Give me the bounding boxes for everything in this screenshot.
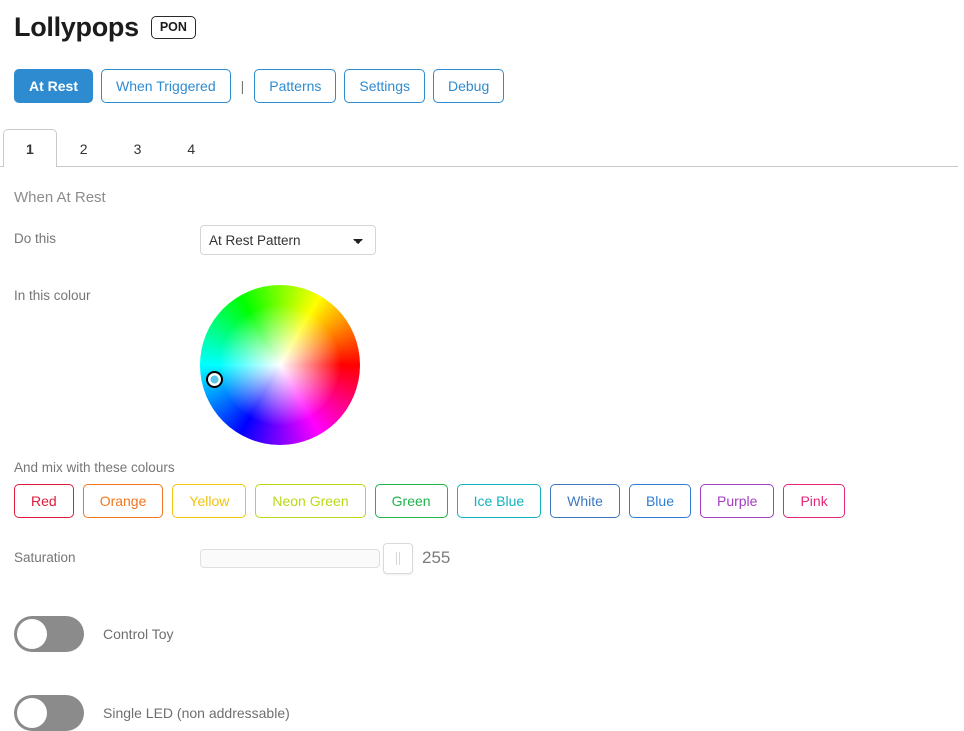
colour-chip-purple[interactable]: Purple xyxy=(700,484,774,518)
mix-colours-list: Red Orange Yellow Neon Green Green Ice B… xyxy=(14,484,964,518)
colour-chip-white[interactable]: White xyxy=(550,484,620,518)
colour-chip-yellow[interactable]: Yellow xyxy=(172,484,246,518)
colour-chip-red[interactable]: Red xyxy=(14,484,74,518)
colour-chip-green[interactable]: Green xyxy=(375,484,448,518)
colour-chip-pink[interactable]: Pink xyxy=(783,484,844,518)
single-led-label: Single LED (non addressable) xyxy=(103,704,290,722)
do-this-label: Do this xyxy=(14,225,200,248)
control-toy-toggle[interactable] xyxy=(14,616,84,652)
nav-button-debug[interactable]: Debug xyxy=(433,69,504,103)
nav-button-patterns[interactable]: Patterns xyxy=(254,69,336,103)
nav-button-when-triggered[interactable]: When Triggered xyxy=(101,69,231,103)
nav-separator: | xyxy=(241,69,245,103)
colour-label: In this colour xyxy=(14,285,200,305)
saturation-slider[interactable] xyxy=(200,549,380,568)
section-heading: When At Rest xyxy=(14,189,964,207)
tab-4[interactable]: 4 xyxy=(164,129,218,167)
tab-list: 1 2 3 4 xyxy=(3,129,218,167)
saturation-slider-handle[interactable] xyxy=(383,543,413,574)
page-title: Lollypops xyxy=(14,11,139,43)
colour-wheel[interactable] xyxy=(200,285,360,445)
saturation-label: Saturation xyxy=(14,549,200,567)
colour-chip-neon-green[interactable]: Neon Green xyxy=(255,484,365,518)
control-toy-label: Control Toy xyxy=(103,625,174,643)
saturation-value: 255 xyxy=(422,548,450,568)
at-rest-panel: When At Rest Do this At Rest Pattern In … xyxy=(0,189,964,731)
colour-chip-orange[interactable]: Orange xyxy=(83,484,164,518)
nav-button-settings[interactable]: Settings xyxy=(344,69,425,103)
do-this-row: Do this At Rest Pattern xyxy=(14,225,964,255)
grip-icon xyxy=(396,552,397,565)
colour-row: In this colour xyxy=(14,285,964,445)
mix-colours-label: And mix with these colours xyxy=(14,459,964,477)
colour-wheel-surface[interactable] xyxy=(200,285,360,445)
colour-wheel-handle[interactable] xyxy=(206,371,223,388)
page-header: Lollypops PON xyxy=(0,0,964,46)
toggle-knob xyxy=(17,698,47,728)
status-badge: PON xyxy=(151,16,196,39)
saturation-slider-track[interactable] xyxy=(200,549,380,568)
single-led-toggle[interactable] xyxy=(14,695,84,731)
saturation-row: Saturation 255 xyxy=(14,548,964,568)
nav-bar: At Rest When Triggered | Patterns Settin… xyxy=(0,68,964,104)
toggle-knob xyxy=(17,619,47,649)
control-toy-row: Control Toy xyxy=(14,616,964,652)
tab-3[interactable]: 3 xyxy=(111,129,165,167)
tab-2[interactable]: 2 xyxy=(57,129,111,167)
grip-icon xyxy=(399,552,400,565)
tab-bar: 1 2 3 4 xyxy=(0,126,964,167)
nav-button-at-rest[interactable]: At Rest xyxy=(14,69,93,103)
colour-chip-ice-blue[interactable]: Ice Blue xyxy=(457,484,542,518)
colour-chip-blue[interactable]: Blue xyxy=(629,484,691,518)
single-led-row: Single LED (non addressable) xyxy=(14,695,964,731)
pattern-select[interactable]: At Rest Pattern xyxy=(200,225,376,255)
tab-1[interactable]: 1 xyxy=(3,129,57,167)
